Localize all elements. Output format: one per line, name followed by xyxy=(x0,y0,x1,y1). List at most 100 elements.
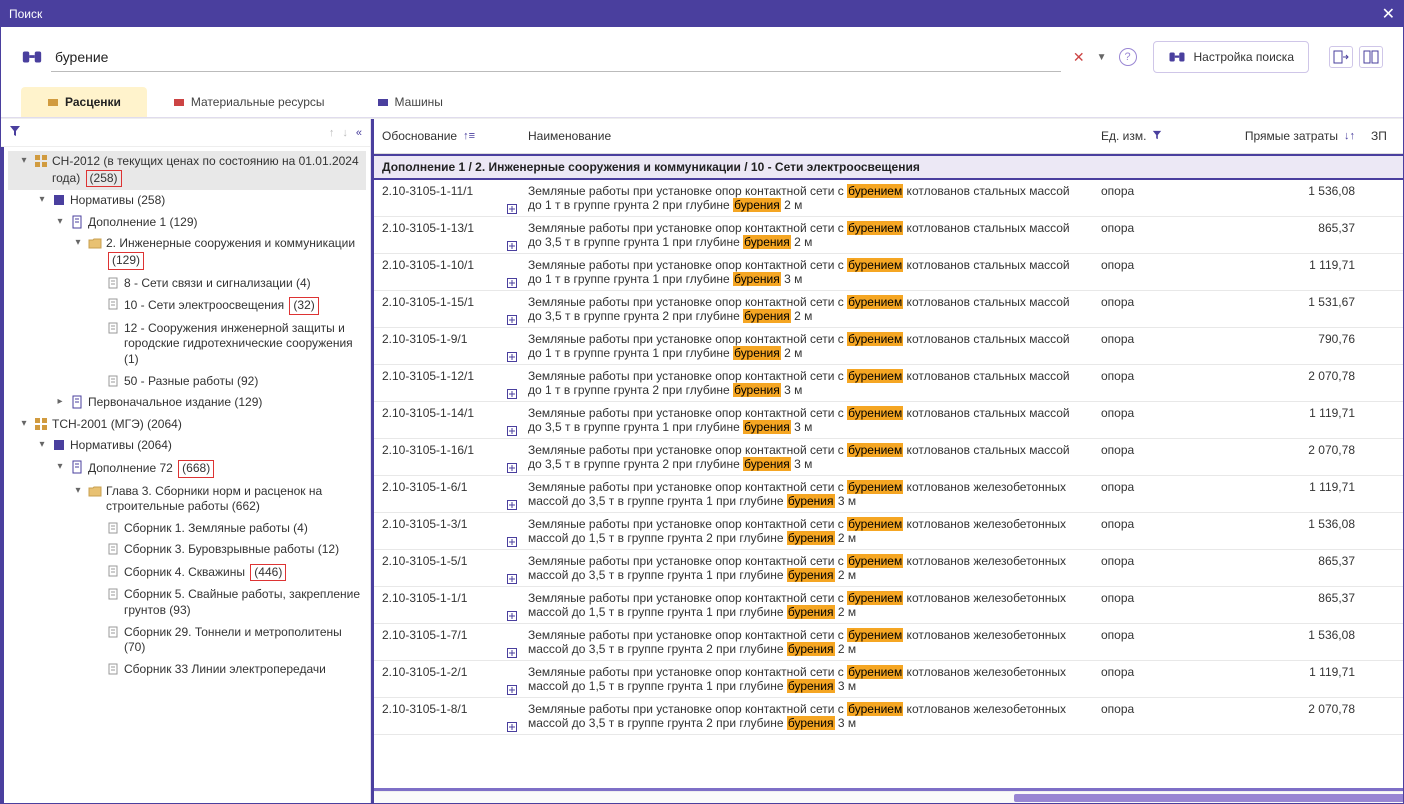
expand-row-icon[interactable] xyxy=(504,330,520,362)
hscroll-thumb[interactable] xyxy=(1014,794,1403,802)
table-row[interactable]: 2.10-3105-1-15/1 Земляные работы при уста… xyxy=(374,291,1403,328)
filter-icon[interactable] xyxy=(1152,130,1162,143)
expand-row-icon[interactable] xyxy=(504,700,520,732)
help-icon[interactable]: ? xyxy=(1119,48,1137,66)
expand-row-icon[interactable] xyxy=(504,515,520,547)
col-justification[interactable]: Обоснование ↑≡ xyxy=(374,129,520,143)
tree-node[interactable]: ▾2. Инженерные сооружения и коммуникации… xyxy=(8,233,366,272)
tree-node[interactable]: Сборник 33 Линии электропередачи xyxy=(8,659,366,681)
table-row[interactable]: 2.10-3105-1-5/1Земляные работы при устан… xyxy=(374,550,1403,587)
expand-row-icon[interactable] xyxy=(504,293,520,325)
tab-0[interactable]: Расценки xyxy=(21,87,147,117)
tree-node[interactable]: Сборник 1. Земляные работы (4) xyxy=(8,518,366,540)
cell-unit: опора xyxy=(1093,293,1223,325)
table-row[interactable]: 2.10-3105-1-8/1Земляные работы при устан… xyxy=(374,698,1403,735)
expand-row-icon[interactable] xyxy=(504,404,520,436)
close-icon[interactable]: ✕ xyxy=(1382,4,1395,24)
chevron-icon[interactable]: ▸ xyxy=(54,395,66,408)
nav-down-icon[interactable]: ↓ xyxy=(342,127,348,139)
table-row[interactable]: 2.10-3105-1-12/1Земляные работы при уста… xyxy=(374,365,1403,402)
expand-row-icon[interactable] xyxy=(504,256,520,288)
chevron-icon[interactable]: ▾ xyxy=(36,193,48,206)
tree-node[interactable]: ▾ Дополнение 72 (668) xyxy=(8,457,366,481)
cell-cost: 1 119,71 xyxy=(1223,404,1363,436)
expand-row-icon[interactable] xyxy=(504,626,520,658)
table-row[interactable]: 2.10-3105-1-9/1Земляные работы при устан… xyxy=(374,328,1403,365)
table-row[interactable]: 2.10-3105-1-7/1Земляные работы при устан… xyxy=(374,624,1403,661)
cell-name: Земляные работы при установке опор конта… xyxy=(520,293,1093,325)
chevron-icon[interactable]: ▾ xyxy=(36,438,48,451)
expand-row-icon[interactable] xyxy=(504,441,520,473)
go-to-button[interactable] xyxy=(1329,46,1353,68)
chevron-icon[interactable]: ▾ xyxy=(54,215,66,228)
chevron-icon[interactable]: ▾ xyxy=(54,460,66,473)
cell-unit: опора xyxy=(1093,256,1223,288)
collapse-sidebar-icon[interactable]: « xyxy=(356,127,362,139)
table-row[interactable]: 2.10-3105-1-10/1Земляные работы при уста… xyxy=(374,254,1403,291)
table-row[interactable]: 2.10-3105-1-11/1Земляные работы при уста… xyxy=(374,180,1403,217)
tree-node[interactable]: 12 - Сооружения инженерной защиты и горо… xyxy=(8,318,366,371)
search-input[interactable] xyxy=(51,43,1061,72)
expand-row-icon[interactable] xyxy=(504,478,520,510)
cell-unit: опора xyxy=(1093,441,1223,473)
expand-row-icon[interactable] xyxy=(504,589,520,621)
grid-body[interactable]: 2.10-3105-1-11/1Земляные работы при уста… xyxy=(374,180,1403,791)
tree-node[interactable]: ▸Первоначальное издание (129) xyxy=(8,392,366,414)
chevron-icon[interactable]: ▾ xyxy=(18,417,30,430)
tree[interactable]: ▾СН-2012 (в текущих ценах по состоянию н… xyxy=(1,147,370,803)
highlight: бурения xyxy=(733,198,781,212)
table-row[interactable]: 2.10-3105-1-14/1Земляные работы при уста… xyxy=(374,402,1403,439)
chevron-icon[interactable]: ▾ xyxy=(18,154,30,167)
col-name[interactable]: Наименование xyxy=(520,129,1093,143)
table-row[interactable]: 2.10-3105-1-6/1Земляные работы при устан… xyxy=(374,476,1403,513)
insert-button[interactable] xyxy=(1359,46,1383,68)
sort-icon[interactable]: ↓↑ xyxy=(1344,130,1355,142)
expand-row-icon[interactable] xyxy=(504,182,520,214)
tree-node-label: Дополнение 72 (668) xyxy=(88,460,364,478)
expand-row-icon[interactable] xyxy=(504,663,520,695)
cell-unit: опора xyxy=(1093,219,1223,251)
tree-node[interactable]: ▾Нормативы (258) xyxy=(8,190,366,212)
tree-node[interactable]: ▾Глава 3. Сборники норм и расценок на ст… xyxy=(8,481,366,518)
tree-node[interactable]: Сборник 4. Скважины (446) xyxy=(8,561,366,585)
tree-node-label: 12 - Сооружения инженерной защиты и горо… xyxy=(124,321,364,368)
table-row[interactable]: 2.10-3105-1-2/1Земляные работы при устан… xyxy=(374,661,1403,698)
col-unit[interactable]: Ед. изм. xyxy=(1093,129,1223,143)
tab-1[interactable]: Материальные ресурсы xyxy=(147,87,351,117)
tree-node[interactable]: 10 - Сети электроосвещения (32) xyxy=(8,294,366,318)
table-row[interactable]: 2.10-3105-1-13/1Земляные работы при уста… xyxy=(374,217,1403,254)
chevron-icon[interactable]: ▾ xyxy=(72,484,84,497)
nav-up-icon[interactable]: ↑ xyxy=(329,127,335,139)
tree-node[interactable]: Сборник 3. Буровзрывные работы (12) xyxy=(8,539,366,561)
tree-node[interactable]: Сборник 29. Тоннели и метрополитены (70) xyxy=(8,622,366,659)
col-direct-cost[interactable]: Прямые затраты ↓↑ xyxy=(1223,129,1363,143)
search-settings-button[interactable]: Настройка поиска xyxy=(1153,41,1309,73)
tabs: РасценкиМатериальные ресурсыМашины xyxy=(1,87,1403,118)
chevron-icon[interactable]: ▾ xyxy=(72,236,84,249)
cell-justification: 2.10-3105-1-10/1 xyxy=(374,256,504,288)
table-row[interactable]: 2.10-3105-1-16/1Земляные работы при уста… xyxy=(374,439,1403,476)
table-row[interactable]: 2.10-3105-1-1/1Земляные работы при устан… xyxy=(374,587,1403,624)
table-row[interactable]: 2.10-3105-1-3/1Земляные работы при устан… xyxy=(374,513,1403,550)
tree-node[interactable]: ▾Дополнение 1 (129) xyxy=(8,212,366,234)
expand-row-icon[interactable] xyxy=(504,552,520,584)
tree-node[interactable]: 8 - Сети связи и сигнализации (4) xyxy=(8,273,366,295)
cell-name: Земляные работы при установке опор конта… xyxy=(520,330,1093,362)
clear-search-icon[interactable]: ✕ xyxy=(1069,49,1089,66)
tree-node[interactable]: ▾Нормативы (2064) xyxy=(8,435,366,457)
expand-row-icon[interactable] xyxy=(504,367,520,399)
tab-2[interactable]: Машины xyxy=(351,87,469,117)
hscrollbar[interactable] xyxy=(374,791,1403,803)
expand-row-icon[interactable] xyxy=(504,219,520,251)
cell-justification: 2.10-3105-1-15/1 xyxy=(374,293,504,325)
col-zp[interactable]: ЗП xyxy=(1363,129,1403,143)
tree-node[interactable]: Сборник 5. Свайные работы, закрепление г… xyxy=(8,584,366,621)
sort-asc-icon[interactable]: ↑≡ xyxy=(463,130,475,142)
filter-icon[interactable] xyxy=(9,125,21,140)
tree-node[interactable]: ▾СН-2012 (в текущих ценах по состоянию н… xyxy=(8,151,366,190)
highlight: бурения xyxy=(787,642,835,656)
cell-justification: 2.10-3105-1-3/1 xyxy=(374,515,504,547)
search-dropdown-icon[interactable]: ▼ xyxy=(1097,52,1107,63)
tree-node[interactable]: ▾ТСН-2001 (МГЭ) (2064) xyxy=(8,414,366,436)
tree-node[interactable]: 50 - Разные работы (92) xyxy=(8,371,366,393)
